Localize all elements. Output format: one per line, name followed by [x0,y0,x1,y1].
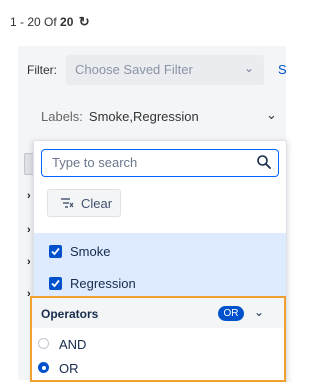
refresh-icon[interactable]: ↻ [79,14,90,30]
pagination-total: 20 [60,15,74,29]
clear-filter-icon [61,198,74,208]
pagination: 1 - 20 Of 20 ↻ [10,14,90,30]
operator-badge: OR [218,306,244,321]
checkbox-checked-icon[interactable] [49,277,62,290]
operator-label: OR [59,361,79,376]
labels-filter[interactable]: Labels: Smoke,Regression [41,109,199,124]
operators-section: Operators OR ⌄ AND OR [30,296,286,382]
chevron-down-icon: ⌄ [243,61,254,75]
expand-row-icon[interactable]: › [27,190,31,202]
saved-filter-select[interactable]: Choose Saved Filter ⌄ [66,55,264,85]
radio-selected-icon[interactable] [38,362,49,373]
pagination-of: Of [44,15,57,29]
expand-row-icon[interactable]: › [27,224,31,236]
labels-label: Labels: [41,109,83,124]
search-input[interactable] [42,150,252,174]
option-label: Regression [70,276,136,291]
saved-filter-placeholder: Choose Saved Filter [75,62,193,77]
checkbox-checked-icon[interactable] [49,245,62,258]
operator-label: AND [59,337,87,352]
labels-dropdown: Clear Smoke Regression Operators OR ⌄ AN… [30,140,287,382]
clear-button[interactable]: Clear [47,189,121,217]
clear-button-label: Clear [81,196,113,211]
operators-header[interactable]: Operators OR ⌄ [32,298,284,328]
filter-label: Filter: [27,63,57,77]
chevron-down-icon[interactable]: ⌄ [266,107,277,123]
search-icon [257,155,271,169]
pagination-range: 1 - 20 [10,15,41,29]
expand-row-icon[interactable]: › [27,256,31,268]
labels-value: Smoke,Regression [88,109,199,124]
radio-unselected-icon[interactable] [38,338,49,349]
chevron-down-icon[interactable]: ⌄ [254,305,264,319]
options-list: Smoke Regression [34,233,286,297]
option-label: Smoke [70,244,111,259]
search-field[interactable] [41,149,279,177]
search-link[interactable]: S [278,62,287,77]
operators-title: Operators [41,307,99,321]
